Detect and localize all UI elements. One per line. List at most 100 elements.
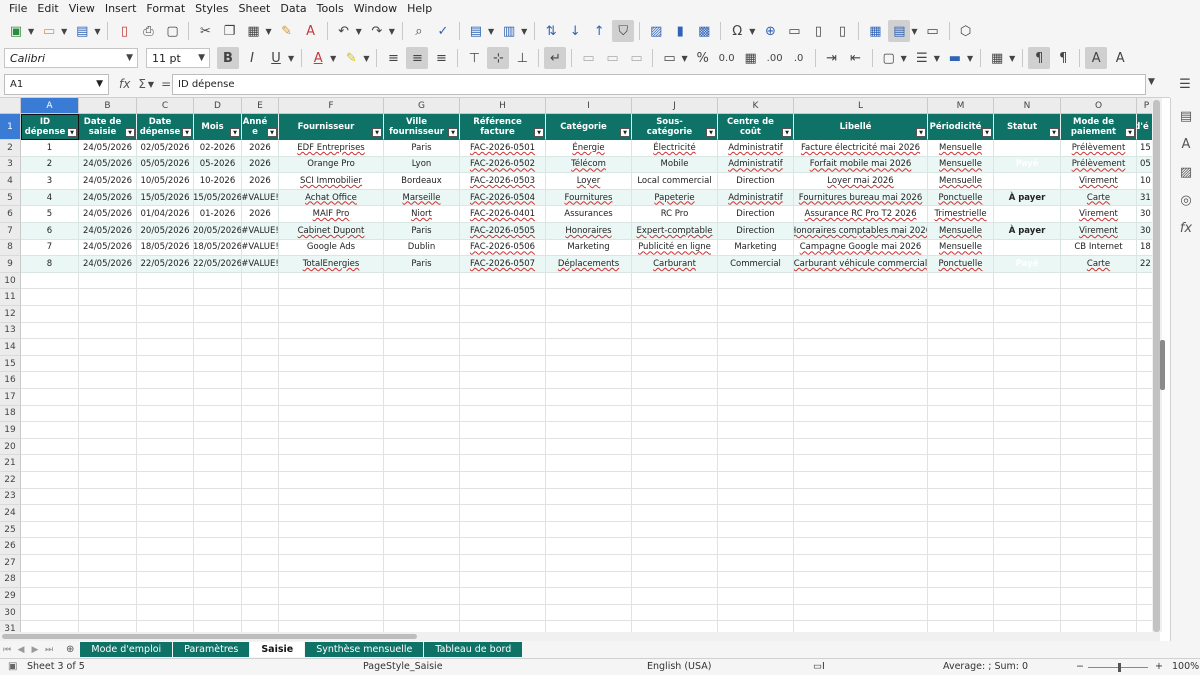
status-badge[interactable]: Payé [994, 239, 1061, 257]
autofilter-dropdown-icon[interactable]: ▼ [782, 128, 792, 137]
table-cell[interactable]: 01-2026 [194, 206, 242, 223]
table-cell[interactable]: Mensuelle [928, 173, 994, 190]
page-style[interactable]: PageStyle_Saisie [363, 661, 443, 672]
table-cell[interactable]: 15/05/2026 [194, 189, 242, 207]
freeze-rows-icon[interactable]: ▦ [864, 20, 886, 42]
table-cell[interactable]: 2026 [242, 206, 279, 223]
autofilter-dropdown-icon[interactable]: ▼ [125, 128, 135, 137]
conditional-format-icon[interactable]: ▦ [986, 47, 1008, 69]
table-cell[interactable]: Facture électricité mai 2026 [794, 140, 928, 157]
zoom-slider-handle[interactable] [1118, 663, 1121, 672]
menu-item-data[interactable]: Data [275, 0, 311, 17]
print-icon[interactable]: ⎙ [137, 20, 159, 42]
autofilter-icon[interactable]: ⛉ [612, 20, 635, 42]
borders-icon[interactable]: ▢ [878, 47, 900, 69]
table-cell[interactable]: 24/05/2026 [79, 256, 137, 273]
autofilter-dropdown-icon[interactable]: ▼ [534, 128, 544, 137]
row-header[interactable]: 16 [0, 372, 21, 389]
table-cell[interactable]: RC Pro [632, 206, 718, 223]
table-cell[interactable]: Carburant [632, 256, 718, 273]
formula-equals-button[interactable]: = [161, 77, 171, 91]
sheet-tab[interactable]: Synthèse mensuelle [305, 642, 424, 657]
table-cell[interactable]: 2026 [242, 156, 279, 174]
menu-item-sheet[interactable]: Sheet [234, 0, 276, 17]
table-cell[interactable]: 10-2026 [194, 173, 242, 190]
sort-descending-icon[interactable]: ↑ [588, 20, 610, 42]
table-cell[interactable]: FAC-2026-0505 [460, 223, 546, 240]
styles-icon[interactable]: A [1171, 130, 1200, 158]
text-vertical-icon[interactable]: A [1085, 47, 1108, 69]
chevron-down-icon[interactable]: ▼ [198, 53, 205, 63]
navigator-icon[interactable]: ◎ [1171, 186, 1200, 214]
table-cell[interactable]: Électricité [632, 140, 718, 157]
table-cell[interactable]: 20/05/2026 [194, 223, 242, 240]
column-header-k[interactable]: K [718, 98, 794, 114]
new-dropdown-icon[interactable]: ▼ [28, 27, 34, 36]
table-cell[interactable]: Administratif [718, 140, 794, 157]
table-cell[interactable]: Publicité en ligne [632, 239, 718, 257]
column-header-h[interactable]: H [460, 98, 546, 114]
autofilter-dropdown-icon[interactable]: ▼ [372, 128, 382, 137]
header-cell[interactable]: Libellé ▼ [794, 114, 928, 140]
table-cell[interactable]: 18/05/2026 [194, 239, 242, 257]
selection-mode-icon[interactable]: ▭I [813, 661, 825, 672]
column-header-d[interactable]: D [194, 98, 242, 114]
column-header-e[interactable]: E [242, 98, 279, 114]
row-header[interactable]: 29 [0, 588, 21, 605]
autofilter-dropdown-icon[interactable]: ▼ [916, 128, 926, 137]
menu-item-file[interactable]: File [4, 0, 32, 17]
last-sheet-icon[interactable]: ⏭ [42, 645, 56, 655]
zoom-in-icon[interactable]: + [1155, 661, 1163, 672]
table-cell[interactable]: Administratif [718, 156, 794, 174]
row-header[interactable]: 13 [0, 322, 21, 340]
table-cell[interactable]: Paris [384, 140, 460, 157]
header-cell[interactable]: Statut ▼ [994, 114, 1061, 140]
table-cell[interactable]: SCI Immobilier [279, 173, 384, 190]
table-cell[interactable]: 10/05/2026 [137, 173, 194, 190]
autofilter-dropdown-icon[interactable]: ▼ [67, 128, 77, 137]
table-cell[interactable]: Paris [384, 223, 460, 240]
find-replace-icon[interactable]: ⌕ [408, 20, 430, 42]
function-wizard-icon[interactable]: fx [119, 77, 130, 91]
column-header-j[interactable]: J [632, 98, 718, 114]
row-header[interactable]: 19 [0, 422, 21, 439]
table-cell[interactable]: Ponctuelle [928, 189, 994, 207]
row-header[interactable]: 10 [0, 272, 21, 290]
table-cell[interactable]: Mobile [632, 156, 718, 174]
comment-icon[interactable]: ▭ [783, 20, 805, 42]
table-cell[interactable]: 3 [21, 173, 79, 190]
sort-ascending-icon[interactable]: ↓ [564, 20, 586, 42]
currency-format-icon[interactable]: ▭ [658, 47, 680, 69]
autofilter-dropdown-icon[interactable]: ▼ [1049, 128, 1059, 137]
define-print-area-icon[interactable]: ▯ [831, 20, 853, 42]
special-character-icon[interactable]: Ω [726, 20, 748, 42]
column-header-i[interactable]: I [546, 98, 632, 114]
border-color-icon[interactable]: ▬ [944, 47, 966, 69]
table-cell[interactable]: Fournitures bureau mai 2026 [794, 189, 928, 207]
table-cell[interactable]: Google Ads [279, 239, 384, 257]
table-cell[interactable]: Bordeaux [384, 173, 460, 190]
table-cell[interactable]: 8 [21, 256, 79, 273]
menu-item-format[interactable]: Format [141, 0, 190, 17]
column-header-o[interactable]: O [1061, 98, 1137, 114]
row-header[interactable]: 3 [0, 156, 21, 174]
table-cell[interactable]: FAC-2026-0504 [460, 189, 546, 207]
header-cell[interactable]: Date dépense ▼ [137, 114, 194, 140]
sheet-tab[interactable]: Mode d'emploi [80, 642, 173, 657]
table-cell[interactable]: Mensuelle [928, 223, 994, 240]
paste-icon[interactable]: ▦ [242, 20, 264, 42]
table-cell[interactable]: Assurances [546, 206, 632, 223]
status-badge[interactable]: Payé [994, 156, 1061, 174]
border-style-icon[interactable]: ☰ [911, 47, 933, 69]
table-cell[interactable]: #VALUE! [242, 256, 279, 273]
undo-dropdown-icon[interactable]: ▼ [356, 27, 362, 36]
decimal-format-button[interactable]: 0.0 [716, 47, 738, 69]
clear-formatting-icon[interactable]: A [300, 20, 322, 42]
autofilter-dropdown-icon[interactable]: ▼ [982, 128, 992, 137]
autofilter-dropdown-icon[interactable]: ▼ [620, 128, 630, 137]
table-cell[interactable]: 22/05/2026 [194, 256, 242, 273]
highlight-dropdown-icon[interactable]: ▼ [363, 54, 369, 63]
table-cell[interactable]: 24/05/2026 [79, 173, 137, 190]
table-cell[interactable]: Déplacements [546, 256, 632, 273]
table-cell[interactable]: Mensuelle [928, 239, 994, 257]
